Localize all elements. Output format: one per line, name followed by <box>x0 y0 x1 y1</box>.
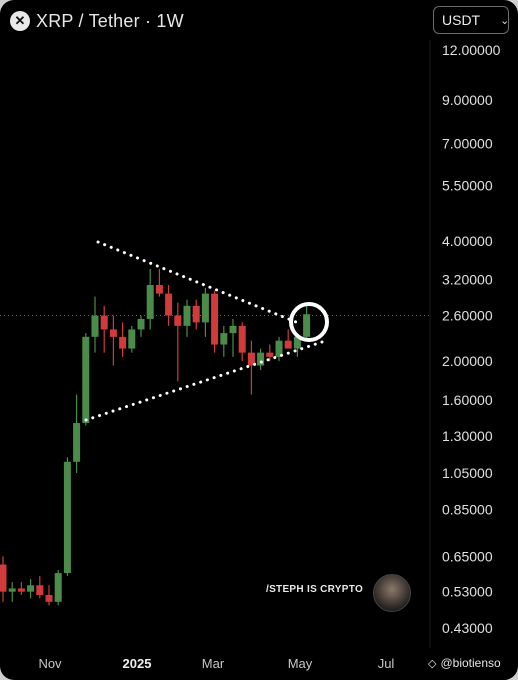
xrp-logo-icon: ✕ <box>10 11 30 31</box>
candle-body <box>109 329 117 337</box>
candle-body <box>183 305 191 326</box>
y-tick-label: 12.00000 <box>442 42 501 58</box>
y-tick-label: 9.00000 <box>442 92 493 108</box>
watermark-text: /STEPH IS CRYPTO <box>266 584 364 595</box>
candle-body <box>63 461 71 574</box>
y-tick-label: 0.65000 <box>442 548 493 564</box>
candle-body <box>284 340 292 349</box>
source-label: @biotienso <box>440 656 501 670</box>
candle-body <box>73 423 81 462</box>
candle-body <box>146 285 154 319</box>
y-tick-label: 0.85000 <box>442 502 493 518</box>
candle-body <box>91 315 99 337</box>
x-tick-label: 2025 <box>123 656 152 671</box>
x-tick-label: Mar <box>202 656 225 671</box>
candle-body <box>54 573 62 602</box>
price-chart[interactable]: 12.00000 9.00000 7.00000 5.50000 4.00000 3.20… <box>0 0 518 680</box>
binance-icon: ◇ <box>428 657 437 670</box>
y-tick-label: 7.00000 <box>442 136 493 152</box>
y-tick-label: 4.00000 <box>442 233 493 249</box>
candle-body <box>27 585 35 592</box>
candle-body <box>137 318 145 330</box>
author-avatar <box>373 574 411 612</box>
x-tick-label: Nov <box>38 656 62 671</box>
candle-body <box>119 336 127 349</box>
y-tick-label: 2.60000 <box>442 308 493 324</box>
y-tick-label: 2.00000 <box>442 353 493 369</box>
candle-body <box>303 314 311 337</box>
candle-body <box>211 293 219 345</box>
candle-body <box>174 315 182 326</box>
candle-body <box>82 336 90 424</box>
y-tick-label: 1.30000 <box>442 428 493 444</box>
candle-body <box>257 352 265 366</box>
candle-body <box>229 325 237 334</box>
candle-body <box>0 564 7 592</box>
candle-body <box>100 315 108 330</box>
currency-label: USDT <box>442 12 481 28</box>
y-tick-label: 0.43000 <box>442 620 493 636</box>
source-credit: ◇ @biotienso <box>428 656 501 670</box>
candle-body <box>45 595 53 602</box>
candle-body <box>266 352 274 357</box>
candle-body <box>17 588 25 592</box>
x-tick-label: May <box>288 656 313 671</box>
candle-body <box>201 293 209 323</box>
y-tick-label: 1.60000 <box>442 392 493 408</box>
candle-body <box>8 588 16 592</box>
x-tick-label: Jul <box>378 656 395 671</box>
lower-trendline <box>84 340 324 422</box>
chart-header: ✕ XRP / Tether · 1W <box>10 8 184 34</box>
candle-body <box>192 305 200 323</box>
candle-body <box>128 329 136 349</box>
candle-body <box>155 285 163 294</box>
y-tick-label: 3.20000 <box>442 271 493 287</box>
candle-body <box>238 325 246 353</box>
y-tick-label: 5.50000 <box>442 177 493 193</box>
y-tick-label: 1.05000 <box>442 465 493 481</box>
currency-select[interactable]: USDT ⌄ <box>433 6 509 34</box>
chevron-down-icon: ⌄ <box>500 14 510 27</box>
chart-window: 12.00000 9.00000 7.00000 5.50000 4.00000 3.20… <box>0 0 518 680</box>
y-tick-label: 0.53000 <box>442 584 493 600</box>
candle-body <box>220 333 228 345</box>
pair-title: XRP / Tether · 1W <box>36 10 184 31</box>
candle-body <box>165 293 173 316</box>
candle-body <box>36 585 44 596</box>
